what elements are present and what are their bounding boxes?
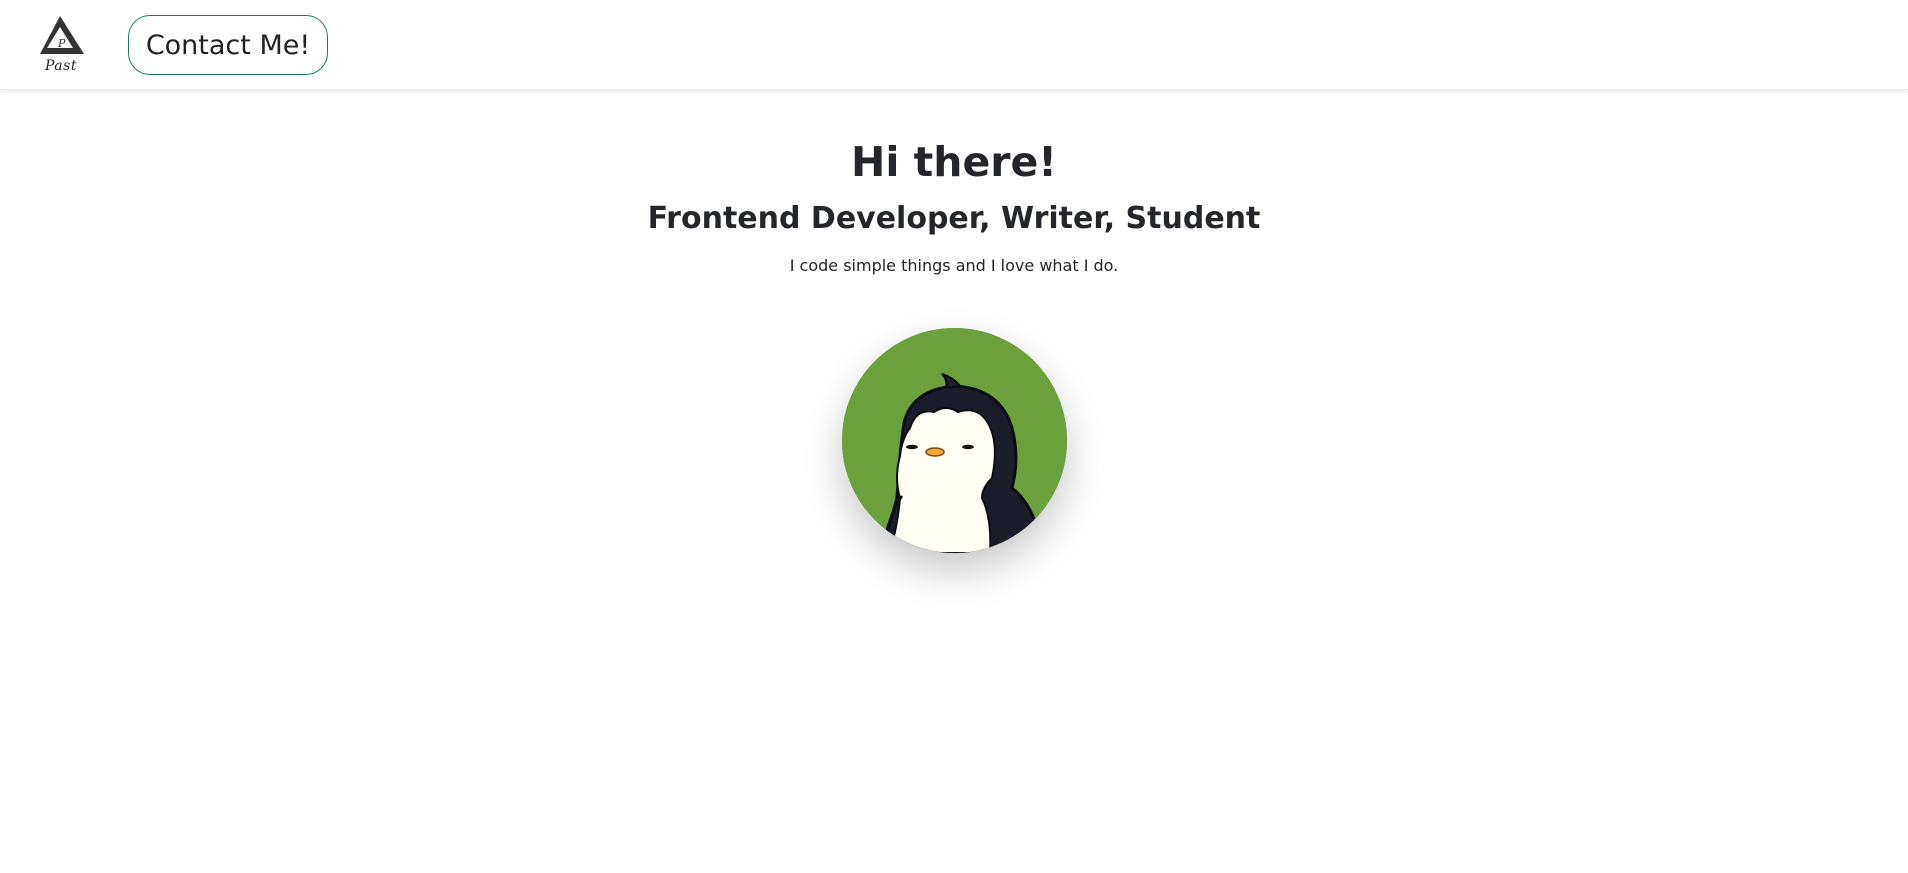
logo[interactable]: P Past: [38, 14, 86, 80]
site-header: P Past Contact Me!: [0, 0, 1908, 90]
hero-title: Hi there!: [851, 138, 1057, 186]
triangle-logo-icon: P: [40, 16, 84, 54]
contact-button[interactable]: Contact Me!: [128, 15, 328, 75]
hero-description: I code simple things and I love what I d…: [789, 256, 1119, 275]
penguin-avatar-icon: [842, 328, 1067, 553]
logo-text: Past: [45, 58, 77, 74]
hero-subtitle: Frontend Developer, Writer, Student: [647, 201, 1261, 236]
avatar: [842, 328, 1067, 553]
svg-text:P: P: [57, 37, 66, 50]
